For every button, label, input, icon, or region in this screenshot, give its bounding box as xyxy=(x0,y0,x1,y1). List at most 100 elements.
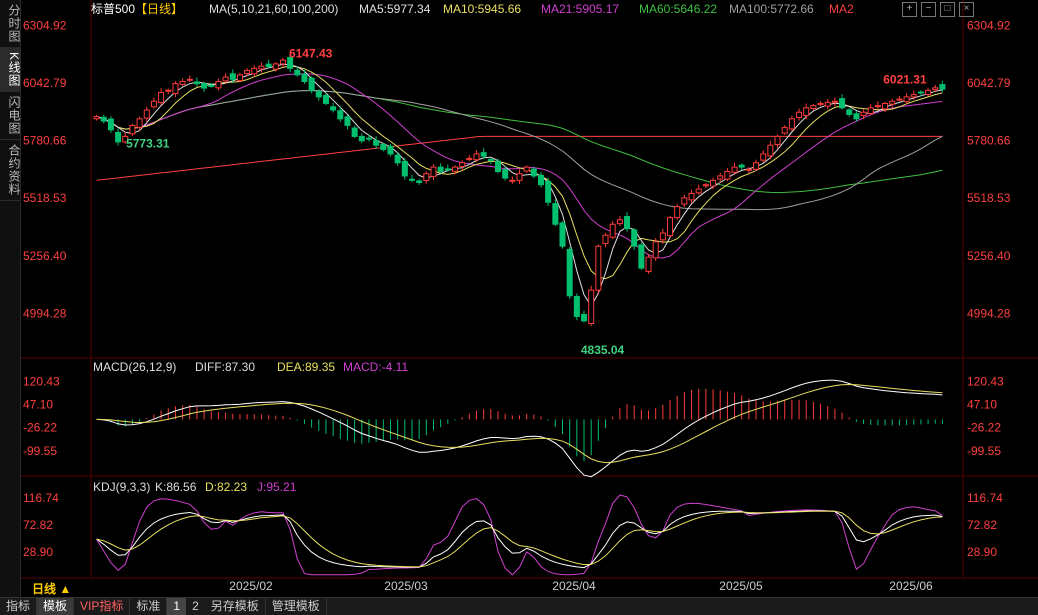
candle-body xyxy=(595,245,602,291)
candle-body xyxy=(351,127,358,137)
candle-body xyxy=(93,116,100,120)
candle-body xyxy=(308,77,315,91)
candle-body xyxy=(846,109,853,115)
period-selector[interactable]: 日线 ▲ xyxy=(32,580,71,597)
chart-area[interactable]: 标普500 【日线】 MA(5,10,21,60,100,200) MA5:5977.… xyxy=(21,0,1038,597)
candle-body xyxy=(530,168,537,177)
macd-label: MACD(26,12,9) xyxy=(93,360,176,374)
ma-value-0: MA5:5977.34 xyxy=(359,2,431,16)
candle-body xyxy=(143,109,150,119)
y-tick-right: 5518.53 xyxy=(967,191,1011,205)
candle-body xyxy=(552,203,559,225)
candle-body xyxy=(724,171,731,180)
page-1-button[interactable]: 1 xyxy=(167,598,187,615)
candle-body xyxy=(459,162,466,167)
x-tick-label: 2025/02 xyxy=(229,579,273,593)
candle-body xyxy=(315,91,322,98)
zoom-in-icon[interactable]: + xyxy=(902,2,917,17)
kdj-d-value: D:82.23 xyxy=(205,480,247,494)
macd-dea-value: DEA:89.35 xyxy=(277,360,335,374)
page-2-button[interactable]: 2 xyxy=(186,598,205,615)
template-action-1[interactable]: 管理模板 xyxy=(266,598,327,615)
macd-diff-line xyxy=(96,379,943,478)
candle-body xyxy=(738,164,745,168)
candle-body xyxy=(444,168,451,171)
sidebar-tab-2[interactable]: 闪电图 xyxy=(0,92,21,141)
bottom-bar: 指标 模板 VIP指标 标准 1 2 另存模板 管理模板 xyxy=(0,597,1038,615)
macd-hist-value: MACD:-4.11 xyxy=(343,360,408,374)
candle-body xyxy=(107,118,114,131)
zoom-out-icon[interactable]: − xyxy=(921,2,936,17)
candle-body xyxy=(796,111,803,119)
kdj-j-value: J:95.21 xyxy=(257,480,297,494)
candle-body xyxy=(193,81,200,85)
macd-y-tick-right: 120.43 xyxy=(967,374,1004,388)
candle-body xyxy=(222,76,229,82)
bottom-tab-1[interactable]: 模板 xyxy=(37,598,75,615)
candle-body xyxy=(165,89,172,92)
candle-body xyxy=(731,166,738,173)
macd-y-tick-left: -26.22 xyxy=(23,421,57,435)
price-annotation-high: 6021.31 xyxy=(883,73,927,87)
instrument-name: 标普500 xyxy=(91,2,135,16)
close-icon[interactable]: × xyxy=(959,2,974,17)
bottom-tab-2[interactable]: VIP指标 xyxy=(74,598,131,615)
candle-body xyxy=(466,157,473,160)
candle-body xyxy=(158,91,165,104)
macd-y-tick-left: -99.55 xyxy=(23,444,57,458)
sidebar-tab-0[interactable]: 分时图 xyxy=(0,0,21,48)
x-tick-label: 2025/05 xyxy=(719,579,763,593)
kdj-j-line xyxy=(96,494,943,576)
candle-body xyxy=(616,219,623,225)
candle-body xyxy=(710,179,717,187)
candle-body xyxy=(896,98,903,101)
candle-body xyxy=(272,63,279,70)
y-tick-right: 6304.92 xyxy=(967,19,1011,33)
sidebar-tab-1[interactable]: K线图 xyxy=(0,48,21,93)
left-sidebar: 分时图 K线图 闪电图 合约资料 xyxy=(0,0,21,597)
bottom-tab-3[interactable]: 标准 xyxy=(130,598,168,615)
candle-body xyxy=(910,94,917,98)
candle-body xyxy=(172,83,179,95)
y-tick-left: 5780.66 xyxy=(23,134,67,148)
candle-body xyxy=(745,168,752,171)
ma-value-1: MA10:5945.66 xyxy=(443,2,521,16)
candle-body xyxy=(208,84,215,87)
kdj-y-tick-right: 28.90 xyxy=(967,545,997,559)
period-label: 【日线】 xyxy=(135,2,183,16)
price-annotation-low: 4835.04 xyxy=(581,343,625,357)
sidebar-tab-3[interactable]: 合约资料 xyxy=(0,140,21,202)
price-annotation-low: 5773.31 xyxy=(126,136,170,150)
template-action-0[interactable]: 另存模板 xyxy=(205,598,266,615)
candle-body xyxy=(251,67,258,75)
restore-icon[interactable]: □ xyxy=(940,2,955,17)
candle-body xyxy=(925,89,932,95)
candle-body xyxy=(667,217,674,237)
candle-body xyxy=(401,160,408,177)
kdj-k-line xyxy=(96,510,943,569)
candle-body xyxy=(889,100,896,105)
candle-body xyxy=(581,313,588,322)
candle-body xyxy=(201,83,208,89)
candle-body xyxy=(344,116,351,126)
candle-body xyxy=(322,95,329,104)
candle-body xyxy=(817,102,824,105)
candle-body xyxy=(115,131,122,143)
candle-body xyxy=(810,105,817,110)
candle-body xyxy=(566,248,573,297)
candle-body xyxy=(831,100,838,103)
kdj-y-tick-right: 72.82 xyxy=(967,518,997,532)
kdj-label: KDJ(9,3,3) xyxy=(93,480,150,494)
ma-value-5: MA2 xyxy=(829,2,854,16)
candle-body xyxy=(781,127,788,134)
candle-body xyxy=(437,166,444,173)
y-tick-right: 6042.79 xyxy=(967,76,1011,90)
y-tick-left: 6042.79 xyxy=(23,76,67,90)
bottom-tab-0[interactable]: 指标 xyxy=(0,598,38,615)
y-tick-right: 5780.66 xyxy=(967,134,1011,148)
y-tick-left: 6304.92 xyxy=(23,19,67,33)
candle-body xyxy=(430,166,437,177)
candle-body xyxy=(136,118,143,128)
candle-body xyxy=(917,91,924,94)
kdj-d-line xyxy=(96,510,943,568)
